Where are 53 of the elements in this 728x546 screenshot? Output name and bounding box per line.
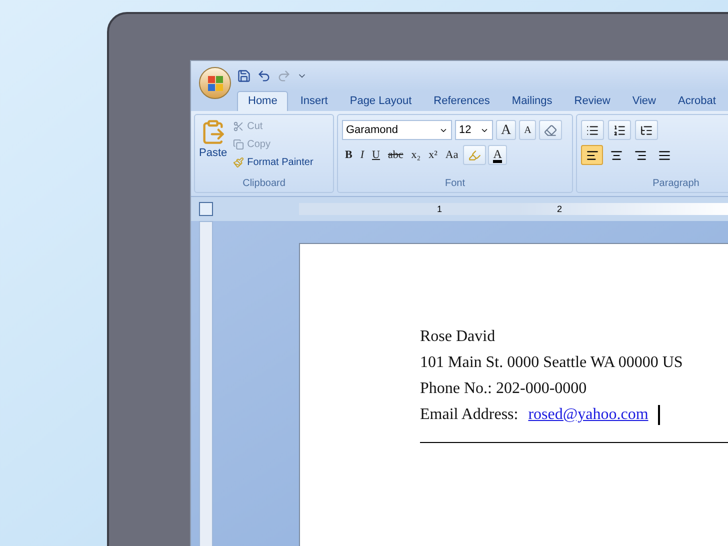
group-label: Font bbox=[444, 177, 466, 191]
ribbon-tab[interactable]: Home bbox=[237, 91, 288, 111]
format-button[interactable]: x₂ bbox=[408, 145, 424, 165]
align-icon bbox=[610, 148, 622, 162]
ruler-number: 2 bbox=[557, 204, 562, 214]
list-tree-icon bbox=[640, 124, 653, 136]
format-painter-button[interactable]: Format Painter bbox=[233, 155, 314, 170]
format-button[interactable]: U bbox=[369, 145, 383, 165]
shrink-font-button[interactable]: A bbox=[519, 120, 536, 140]
scissors-icon bbox=[233, 121, 244, 132]
multilevel-list-button[interactable] bbox=[635, 120, 658, 140]
align-icon bbox=[586, 148, 598, 162]
tab-stop-icon[interactable] bbox=[199, 202, 213, 216]
numbering-button[interactable] bbox=[608, 120, 631, 140]
format-button[interactable]: Aa bbox=[442, 145, 462, 165]
undo-icon[interactable] bbox=[257, 69, 271, 83]
ribbon-tab[interactable]: Insert bbox=[290, 91, 338, 111]
ribbon-tab[interactable]: Mailings bbox=[502, 91, 562, 111]
grow-font-button[interactable]: A bbox=[496, 120, 516, 140]
email-label: Email Address: bbox=[420, 405, 518, 425]
copy-icon bbox=[233, 139, 244, 150]
align-icon bbox=[634, 148, 646, 162]
highlighter-icon bbox=[468, 148, 482, 162]
text-cursor bbox=[658, 405, 660, 425]
format-button[interactable]: B bbox=[342, 145, 356, 165]
format-button[interactable]: abc bbox=[384, 145, 406, 165]
ribbon-tab[interactable]: Review bbox=[564, 91, 620, 111]
save-icon[interactable] bbox=[237, 69, 251, 83]
align-button[interactable] bbox=[581, 145, 603, 165]
document-line: 101 Main St. 0000 Seattle WA 00000 US bbox=[420, 353, 684, 373]
bullets-button[interactable] bbox=[581, 120, 604, 140]
bulleted-list-icon bbox=[586, 124, 599, 136]
font-name-field[interactable]: Garamond bbox=[342, 120, 452, 140]
email-link[interactable]: rosed@yahoo.com bbox=[528, 402, 648, 428]
format-button[interactable]: I bbox=[357, 145, 368, 165]
group-label: Clipboard bbox=[242, 177, 286, 191]
font-color-button[interactable]: A bbox=[488, 145, 507, 165]
group-label: Paragraph bbox=[652, 177, 700, 191]
ribbon-tab[interactable]: References bbox=[424, 91, 500, 111]
ribbon-tab[interactable]: Acrobat bbox=[668, 91, 726, 111]
paste-button[interactable]: Paste bbox=[199, 119, 228, 176]
ribbon-tab[interactable]: View bbox=[622, 91, 666, 111]
clear-formatting-button[interactable] bbox=[539, 120, 562, 140]
paintbrush-icon bbox=[233, 157, 244, 168]
align-icon bbox=[658, 148, 670, 162]
ribbon-tab[interactable]: Page Layout bbox=[340, 91, 422, 111]
format-button[interactable]: x² bbox=[426, 145, 440, 165]
eraser-icon bbox=[544, 124, 558, 136]
numbered-list-icon bbox=[613, 124, 626, 136]
document-line: Phone No.: 202-000-0000 bbox=[420, 379, 588, 399]
ruler-number: 1 bbox=[437, 204, 444, 214]
document-line: Rose David bbox=[420, 327, 496, 347]
font-size-field[interactable]: 12 bbox=[455, 120, 493, 140]
